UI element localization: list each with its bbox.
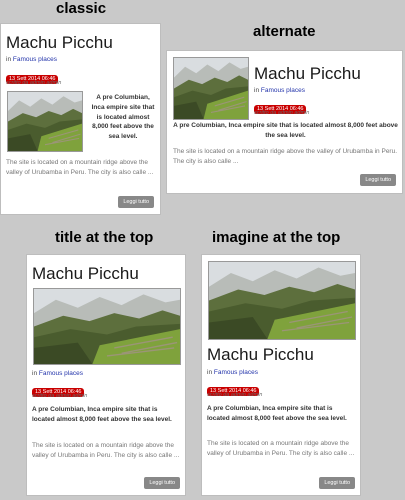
read-more-button[interactable]: Leggi tutto <box>360 174 396 186</box>
author: scritto da admin admin <box>254 110 310 116</box>
article-lead: A pre Columbian, Inca empire site that i… <box>207 405 347 422</box>
read-more-button[interactable]: Leggi tutto <box>118 196 154 208</box>
card-image-top: Machu Picchu in Famous places 13 Sett 20… <box>201 254 361 496</box>
machu-picchu-image <box>34 289 180 364</box>
read-more-button[interactable]: Leggi tutto <box>144 477 180 489</box>
article-body: The site is located on a mountain ridge … <box>6 159 154 176</box>
category-line: in Famous places <box>207 369 258 377</box>
article-image[interactable] <box>7 91 83 152</box>
machu-picchu-image <box>209 262 355 339</box>
label-classic: classic <box>56 0 107 17</box>
read-more-button[interactable]: Leggi tutto <box>319 477 355 489</box>
category-link[interactable]: Famous places <box>13 56 57 63</box>
article-image[interactable] <box>173 57 249 120</box>
label-title-at-top: title at the top <box>55 229 154 246</box>
label-image-at-top: imagine at the top <box>212 229 341 246</box>
article-title[interactable]: Machu Picchu <box>207 345 314 365</box>
category-line: in Famous places <box>254 87 305 95</box>
in-prefix: in <box>6 56 12 63</box>
article-body: The site is located on a mountain ridge … <box>32 442 180 459</box>
article-lead: A pre Columbian, Inca empire site that i… <box>173 122 398 139</box>
category-link[interactable]: Famous places <box>39 370 83 377</box>
machu-picchu-image <box>8 92 82 151</box>
card-alternate: Machu Picchu in Famous places 13 Sett 20… <box>166 50 403 194</box>
article-title[interactable]: Machu Picchu <box>254 64 361 84</box>
article-body: The site is located on a mountain ridge … <box>173 148 398 165</box>
label-alternate: alternate <box>253 23 316 40</box>
card-classic: Machu Picchu in Famous places 13 Sett 20… <box>0 23 161 215</box>
category-line: in Famous places <box>6 56 57 64</box>
author: scritto da admin admin <box>207 392 263 398</box>
card-title-top: Machu Picchu in Famous places 13 Sett 20… <box>26 254 186 496</box>
article-title[interactable]: Machu Picchu <box>32 264 139 284</box>
category-line: in Famous places <box>32 370 83 378</box>
article-image[interactable] <box>208 261 356 340</box>
article-title[interactable]: Machu Picchu <box>6 33 113 53</box>
in-prefix: in <box>254 87 260 94</box>
article-lead: A pre Columbian, Inca empire site that i… <box>32 406 172 423</box>
in-prefix: in <box>32 370 38 377</box>
machu-picchu-image <box>174 58 248 119</box>
category-link[interactable]: Famous places <box>214 369 258 376</box>
author: scritto da admin admin <box>32 393 88 399</box>
category-link[interactable]: Famous places <box>261 87 305 94</box>
article-image[interactable] <box>33 288 181 365</box>
in-prefix: in <box>207 369 213 376</box>
article-body: The site is located on a mountain ridge … <box>207 440 355 457</box>
article-lead: A pre Columbian, Inca empire site that i… <box>91 94 155 140</box>
author: scritto da admin admin <box>6 80 62 86</box>
